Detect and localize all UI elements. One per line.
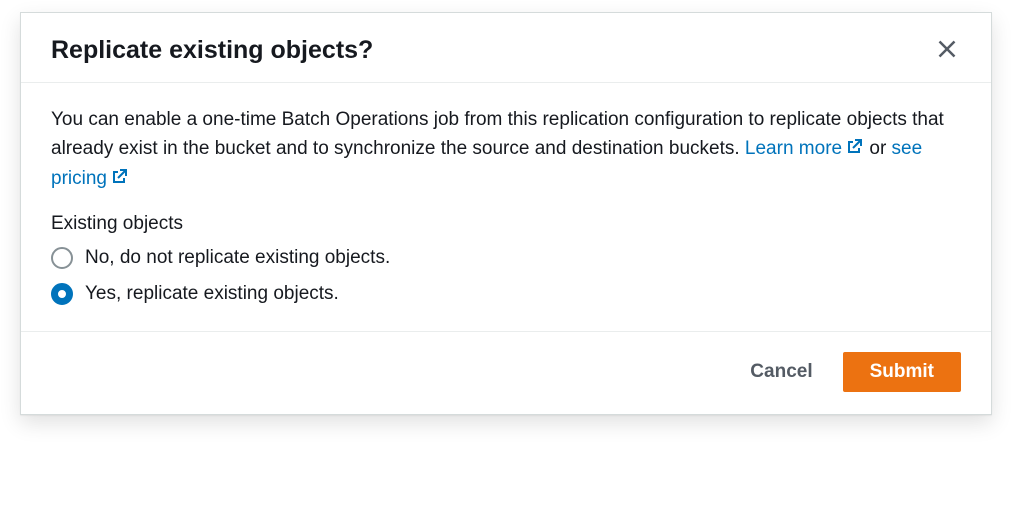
radio-no-label: No, do not replicate existing objects. xyxy=(85,247,390,269)
external-link-icon xyxy=(111,165,127,181)
cancel-button[interactable]: Cancel xyxy=(742,355,820,389)
modal-footer: Cancel Submit xyxy=(21,331,991,414)
close-icon xyxy=(937,39,957,62)
learn-more-link[interactable]: Learn more xyxy=(745,138,864,159)
modal-body: You can enable a one-time Batch Operatio… xyxy=(21,83,991,331)
radio-icon xyxy=(51,247,73,269)
replicate-existing-objects-modal: Replicate existing objects? You can enab… xyxy=(20,12,992,415)
submit-button[interactable]: Submit xyxy=(843,352,961,392)
radio-option-yes[interactable]: Yes, replicate existing objects. xyxy=(51,283,961,305)
or-text: or xyxy=(864,138,891,159)
radio-option-no[interactable]: No, do not replicate existing objects. xyxy=(51,247,961,269)
modal-description: You can enable a one-time Batch Operatio… xyxy=(51,105,961,193)
radio-yes-label: Yes, replicate existing objects. xyxy=(85,283,339,305)
radio-icon-selected xyxy=(51,283,73,305)
learn-more-label: Learn more xyxy=(745,138,842,159)
existing-objects-radio-group: No, do not replicate existing objects. Y… xyxy=(51,247,961,305)
modal-header: Replicate existing objects? xyxy=(21,13,991,83)
external-link-icon xyxy=(846,135,862,151)
modal-title: Replicate existing objects? xyxy=(51,36,373,65)
close-button[interactable] xyxy=(933,35,961,66)
existing-objects-label: Existing objects xyxy=(51,213,961,235)
